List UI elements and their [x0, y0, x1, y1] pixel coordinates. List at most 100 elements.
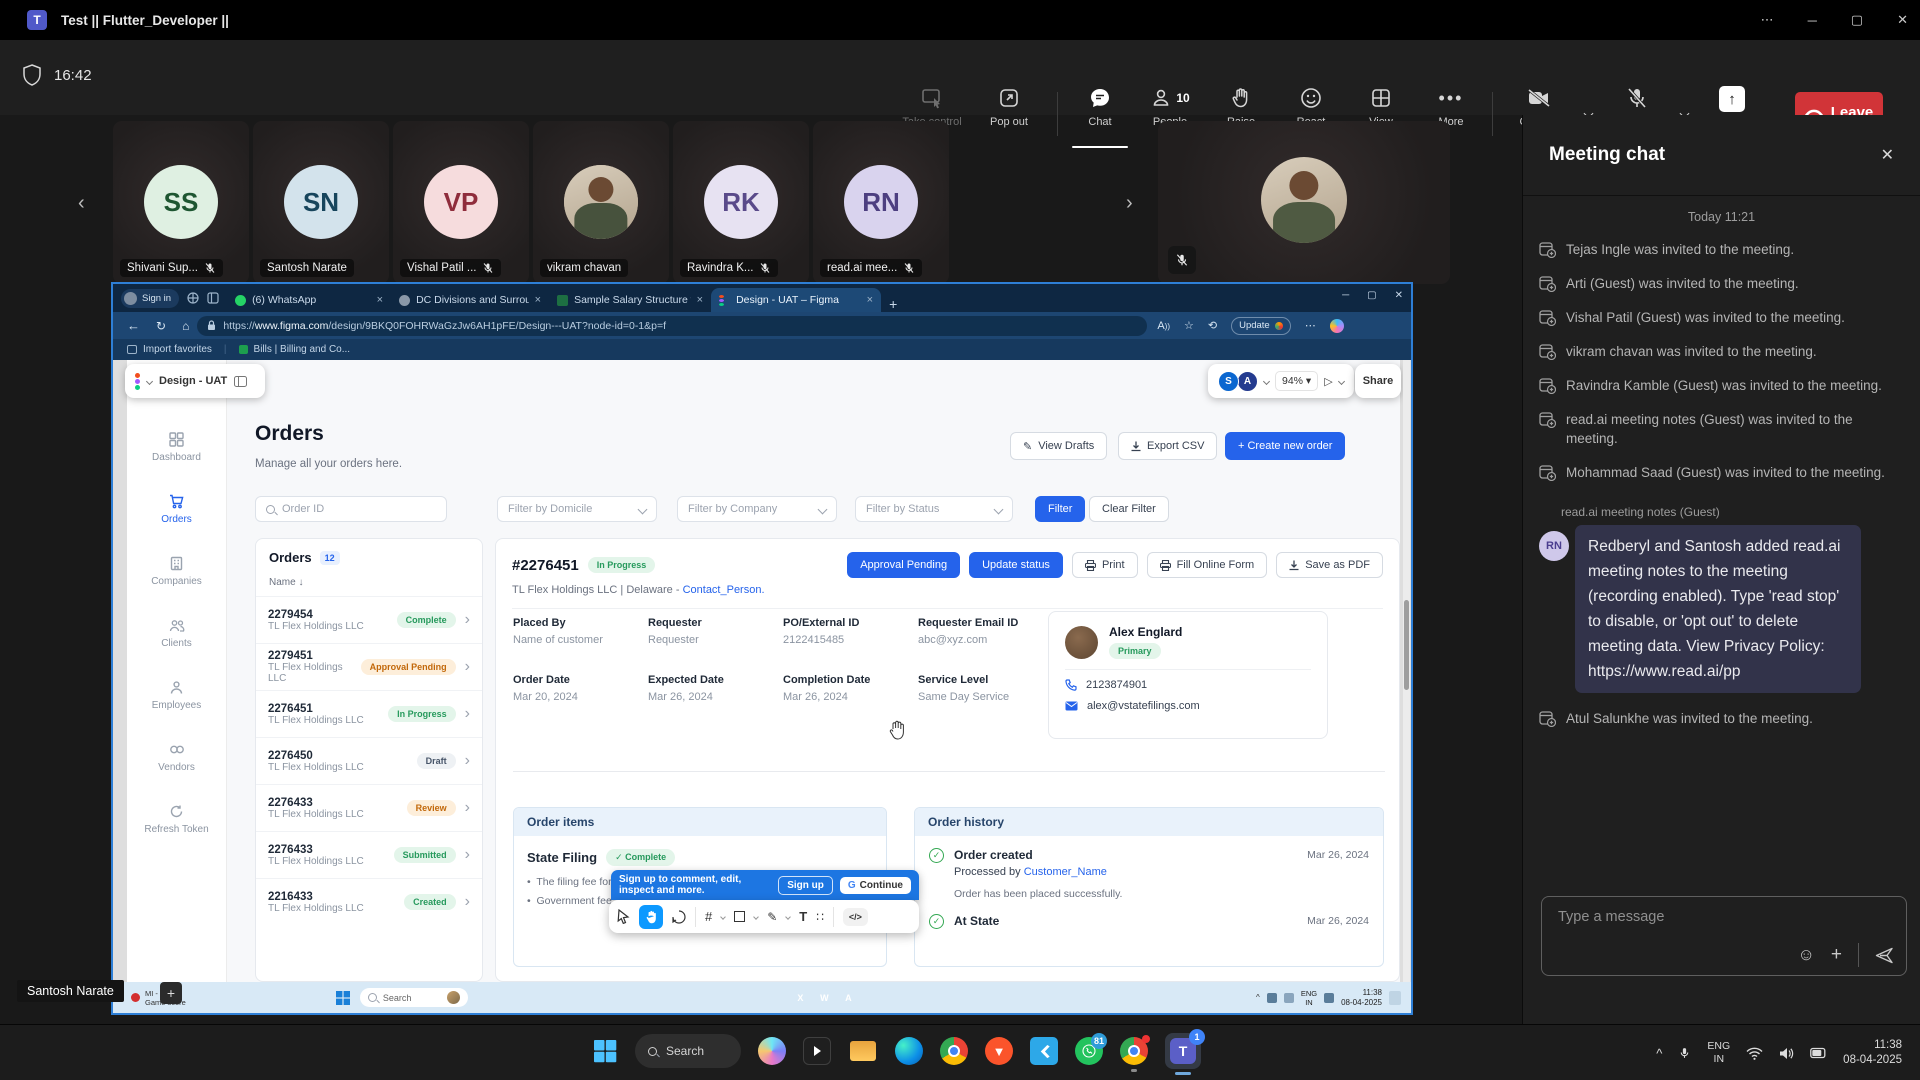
spotlight-tile[interactable]	[1158, 121, 1450, 284]
refresh-icon[interactable]: ↻	[156, 319, 166, 333]
figma-menu-chevron[interactable]	[146, 377, 153, 384]
browser-tab-excel[interactable]: Sample Salary Structure with calc×	[549, 288, 711, 312]
send-icon[interactable]	[1875, 947, 1894, 964]
sidebar-item-clients[interactable]: Clients	[131, 618, 223, 665]
contact-phone[interactable]: 2123874901	[1086, 679, 1147, 691]
sidebar-item-vendors[interactable]: Vendors	[131, 742, 223, 789]
contact-person-link[interactable]: Contact_Person.	[683, 584, 765, 596]
language-indicator[interactable]: ENGIN	[1707, 1040, 1730, 1066]
table-row[interactable]: 2276451 TL Flex Holdings LLC In Progress…	[256, 690, 482, 737]
participant-tile[interactable]: RK Ravindra K...	[673, 121, 809, 284]
sidebar-item-dashboard[interactable]: Dashboard	[131, 432, 223, 479]
file-explorer-icon[interactable]	[848, 1037, 878, 1065]
browser-close-icon[interactable]: ✕	[1395, 290, 1403, 301]
browser-tab-dc-divisions[interactable]: DC Divisions and Surroundings×	[391, 288, 549, 312]
close-button[interactable]: ✕	[1897, 12, 1908, 28]
move-tool-icon[interactable]	[617, 909, 630, 924]
filter-company-dropdown[interactable]: Filter by Company	[677, 496, 837, 522]
pen-tool-icon[interactable]: ✎	[767, 910, 777, 924]
browser-minimize-icon[interactable]: ─	[1342, 290, 1349, 301]
browser-maximize-icon[interactable]: ▢	[1367, 290, 1376, 301]
view-drafts-button[interactable]: ✎View Drafts	[1010, 432, 1107, 460]
export-csv-button[interactable]: Export CSV	[1118, 432, 1217, 460]
tray-icon[interactable]	[1267, 993, 1277, 1003]
present-chevron[interactable]	[1338, 377, 1345, 384]
import-favorites-label[interactable]: Import favorites	[143, 344, 212, 355]
table-row[interactable]: 2276433 TL Flex Holdings LLC Review ›	[256, 784, 482, 831]
close-tab-icon[interactable]: ×	[697, 294, 703, 306]
app-icon[interactable]	[504, 989, 521, 1006]
scrollbar-thumb[interactable]	[1404, 600, 1409, 690]
participant-tile[interactable]: vikram chavan	[533, 121, 669, 284]
clock[interactable]: 11:3808-04-2025	[1843, 1038, 1902, 1068]
figma-doc-title[interactable]: Design - UAT	[159, 375, 227, 387]
back-icon[interactable]: ←	[127, 318, 140, 333]
contact-email[interactable]: alex@vstatefilings.com	[1087, 700, 1200, 712]
google-continue-button[interactable]: GContinue	[840, 877, 911, 894]
message-input[interactable]: Type a message ☺ +	[1541, 896, 1907, 976]
close-tab-icon[interactable]: ×	[867, 294, 873, 306]
browser-update-button[interactable]: Update	[1231, 317, 1291, 335]
figma-share-button[interactable]: Share	[1355, 364, 1401, 398]
app-icon[interactable]	[696, 989, 713, 1006]
close-tab-icon[interactable]: ×	[535, 294, 541, 306]
table-row[interactable]: 2279451 TL Flex Holdings LLC Approval Pe…	[256, 643, 482, 690]
actions-tool-icon[interactable]: ∷	[816, 910, 824, 924]
battery-icon[interactable]	[1810, 1047, 1827, 1059]
app-icon[interactable]	[648, 989, 665, 1006]
close-chat-icon[interactable]: ✕	[1881, 145, 1894, 165]
app-icon[interactable]	[480, 989, 497, 1006]
shared-search-box[interactable]: Search	[360, 988, 468, 1007]
collaborators-chevron[interactable]	[1263, 377, 1270, 384]
fill-online-form-button[interactable]: Fill Online Form	[1147, 552, 1268, 578]
participant-tile[interactable]: SN Santosh Narate	[253, 121, 389, 284]
browser-tab-figma-active[interactable]: Design - UAT – Figma×	[711, 288, 881, 312]
attach-plus-icon[interactable]: +	[1831, 944, 1842, 966]
maximize-button[interactable]: ▢	[1851, 12, 1863, 28]
vertical-tabs-icon[interactable]	[207, 292, 219, 304]
add-overlay-button[interactable]: +	[160, 982, 182, 1004]
app-icon[interactable]: W	[816, 989, 833, 1006]
scroll-tiles-left-icon[interactable]: ‹	[78, 192, 85, 215]
approval-pending-button[interactable]: Approval Pending	[847, 552, 960, 578]
chrome-icon[interactable]	[940, 1037, 968, 1065]
chrome-profile-icon[interactable]	[1120, 1037, 1148, 1065]
customer-name-link[interactable]: Customer_Name	[1024, 866, 1107, 878]
collaborator-avatar[interactable]: A	[1237, 371, 1258, 392]
layout-panel-icon[interactable]	[234, 376, 247, 387]
present-icon[interactable]: ▷	[1324, 375, 1332, 388]
filter-status-dropdown[interactable]: Filter by Status	[855, 496, 1013, 522]
collaborator-avatar[interactable]: S	[1218, 371, 1239, 392]
filter-domicile-dropdown[interactable]: Filter by Domicile	[497, 496, 657, 522]
titlebar-more-icon[interactable]: ⋯	[1761, 12, 1774, 28]
shared-language-indicator[interactable]: ENGIN	[1301, 989, 1317, 1007]
app-icon[interactable]	[528, 989, 545, 1006]
app-icon[interactable]	[576, 989, 593, 1006]
collections-icon[interactable]: ⟲	[1208, 319, 1217, 332]
table-row[interactable]: 2276450 TL Flex Holdings LLC Draft ›	[256, 737, 482, 784]
filter-button[interactable]: Filter	[1035, 496, 1085, 522]
home-icon[interactable]: ⌂	[182, 319, 189, 333]
close-tab-icon[interactable]: ×	[377, 294, 383, 306]
sidebar-item-orders[interactable]: Orders	[131, 494, 223, 541]
teams-taskbar-icon[interactable]: T 1	[1165, 1033, 1201, 1069]
app-icon[interactable]	[744, 989, 761, 1006]
chat-message-bubble[interactable]: Redberyl and Santosh added read.ai meeti…	[1575, 525, 1861, 693]
participant-tile[interactable]: RN read.ai mee...	[813, 121, 949, 284]
sidebar-item-employees[interactable]: Employees	[131, 680, 223, 727]
shared-clock[interactable]: 11:3808-04-2025	[1341, 988, 1382, 1008]
volume-icon[interactable]	[1779, 1047, 1794, 1060]
url-field[interactable]: https://www.figma.com/design/9BKQ0FOHRWa…	[197, 316, 1147, 336]
sidebar-item-companies[interactable]: Companies	[131, 556, 223, 603]
zoom-level[interactable]: 94% ▾	[1275, 371, 1318, 391]
whatsapp-icon[interactable]: 81	[1075, 1037, 1103, 1065]
pop-out-button[interactable]: Pop out	[976, 86, 1042, 142]
browser-tab-whatsapp[interactable]: (6) WhatsApp×	[227, 288, 391, 312]
browser-settings-icon[interactable]: ⋯	[1305, 319, 1316, 332]
start-button-icon[interactable]	[336, 991, 350, 1005]
favorite-star-icon[interactable]: ☆	[1184, 319, 1194, 332]
sign-up-button[interactable]: Sign up	[778, 876, 833, 895]
hidden-icons-chevron[interactable]: ^	[1656, 1046, 1662, 1061]
frame-tool-icon[interactable]: #	[705, 909, 712, 924]
comment-tool-icon[interactable]	[672, 910, 686, 924]
